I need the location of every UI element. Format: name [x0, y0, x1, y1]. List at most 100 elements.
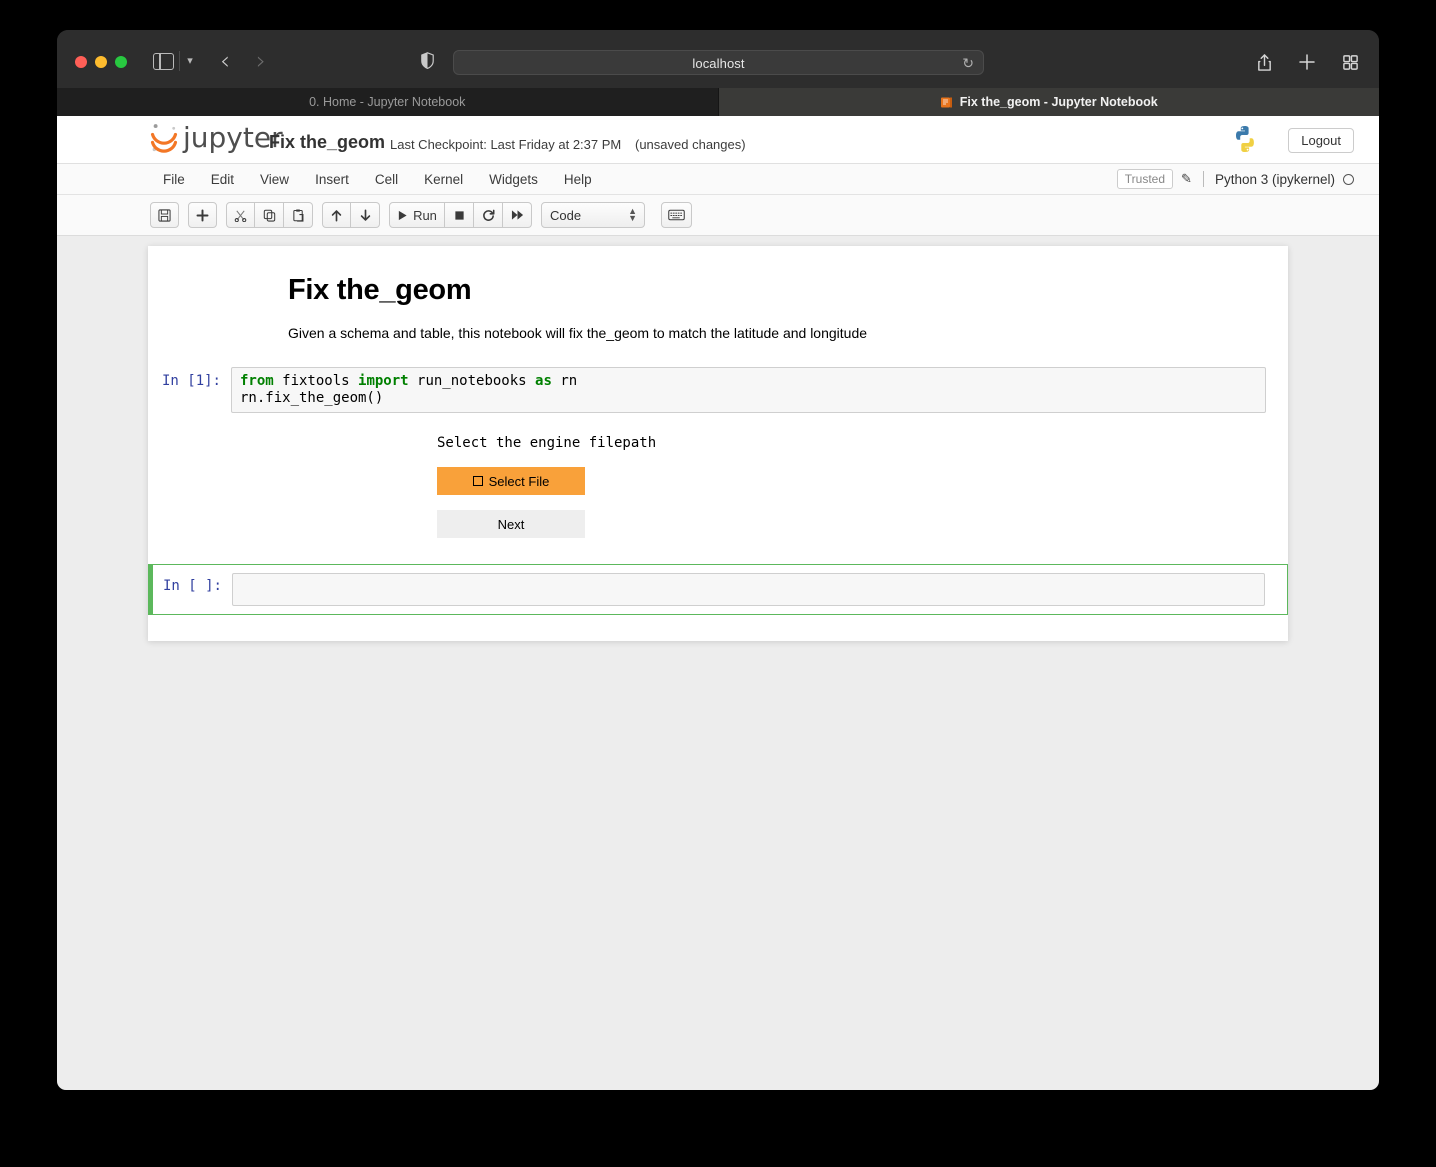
- move-cell-down-button[interactable]: [351, 202, 380, 228]
- notebook-container: Fix the_geom Given a schema and table, t…: [148, 246, 1288, 642]
- chevron-down-icon[interactable]: ▾: [184, 55, 196, 67]
- kernel-status-idle-icon: [1343, 173, 1354, 185]
- jupyter-toolbar: Run Code ▲ ▼: [57, 195, 1379, 236]
- code-cell-1[interactable]: In [1]: from fixtools import run_noteboo…: [148, 341, 1288, 414]
- notebook-checkpoint: Last Checkpoint: Last Friday at 2:37 PM: [390, 137, 622, 152]
- pencil-icon[interactable]: ✎: [1181, 171, 1192, 187]
- menu-edit[interactable]: Edit: [198, 168, 247, 191]
- browser-toolbar: ▾ ‹ › localhost ↻: [57, 30, 1379, 88]
- code-keyword-as: as: [535, 373, 552, 389]
- restart-kernel-button[interactable]: [474, 202, 503, 228]
- jupyter-menubar: File Edit View Insert Cell Kernel Widget…: [57, 164, 1379, 195]
- copy-icon: [263, 209, 275, 222]
- widget-label: Select the engine filepath: [437, 435, 657, 452]
- share-icon[interactable]: [1253, 50, 1275, 74]
- code-input[interactable]: [232, 573, 1265, 607]
- python-logo-icon: [1230, 124, 1260, 154]
- copy-button[interactable]: [255, 202, 284, 228]
- widget-output-area: Select the engine filepath Select File N…: [148, 413, 1288, 539]
- code-text: rn: [551, 373, 578, 389]
- code-keyword-from: from: [240, 373, 274, 389]
- browser-tab-title: 0. Home - Jupyter Notebook: [309, 95, 466, 109]
- save-button[interactable]: [150, 202, 179, 228]
- command-palette-button[interactable]: [661, 202, 692, 228]
- jupyter-header: jupyter Fix the_geom Last Checkpoint: La…: [57, 116, 1379, 164]
- plus-icon: [196, 209, 209, 221]
- run-button[interactable]: Run: [389, 202, 445, 228]
- paste-icon: [292, 209, 303, 222]
- trusted-badge: Trusted: [1116, 169, 1174, 189]
- jupyter-mark-icon: [150, 123, 178, 153]
- window-traffic-lights: [75, 56, 127, 68]
- cell-prompt: In [ ]:: [162, 578, 222, 595]
- scissors-icon: [234, 210, 247, 222]
- save-floppy-icon: [158, 208, 171, 222]
- restart-circle-icon: [482, 209, 494, 221]
- menubar-right: Trusted ✎ Python 3 (ipykernel): [1116, 164, 1354, 194]
- minimize-window-button[interactable]: [95, 56, 107, 68]
- reload-icon[interactable]: ↻: [962, 55, 974, 71]
- fast-forward-icon: [511, 210, 523, 220]
- code-text: run_notebooks: [408, 373, 536, 389]
- toolbar-group-save: [150, 202, 179, 228]
- cut-button[interactable]: [226, 202, 255, 228]
- browser-tab-title: Fix the_geom - Jupyter Notebook: [959, 95, 1158, 109]
- code-cell-2[interactable]: In [ ]:: [148, 564, 1288, 616]
- arrow-down-icon: [360, 209, 370, 221]
- menubar-divider: [1202, 171, 1204, 187]
- interrupt-kernel-button[interactable]: [445, 202, 474, 228]
- menu-widgets[interactable]: Widgets: [476, 168, 551, 191]
- keyboard-icon: [668, 209, 685, 221]
- notebook-description: Given a schema and table, this notebook …: [288, 325, 868, 341]
- page-title: Fix the_geom: [288, 274, 472, 306]
- insert-cell-button[interactable]: [188, 202, 217, 228]
- arrow-up-icon: [331, 209, 342, 221]
- back-button[interactable]: ‹: [214, 48, 236, 74]
- menu-view[interactable]: View: [247, 168, 302, 191]
- next-button[interactable]: Next: [437, 510, 585, 539]
- address-bar[interactable]: localhost ↻: [453, 50, 984, 75]
- toolbar-group-insert: [188, 202, 217, 228]
- menu-cell[interactable]: Cell: [362, 168, 411, 191]
- menu-help[interactable]: Help: [551, 168, 605, 191]
- stop-square-icon: [454, 210, 464, 220]
- select-file-button[interactable]: Select File: [437, 467, 585, 496]
- shield-icon[interactable]: [421, 52, 434, 70]
- forward-button[interactable]: ›: [250, 48, 272, 74]
- toolbar-group-run: Run: [389, 202, 532, 228]
- restart-and-run-all-button[interactable]: [503, 202, 532, 228]
- menu-kernel[interactable]: Kernel: [411, 168, 476, 191]
- browser-tab-fix-the-geom[interactable]: Fix the_geom - Jupyter Notebook: [718, 88, 1379, 116]
- jupyter-page: jupyter Fix the_geom Last Checkpoint: La…: [57, 116, 1379, 1090]
- code-input[interactable]: from fixtools import run_notebooks as rn…: [231, 367, 1266, 414]
- markdown-cell[interactable]: Fix the_geom Given a schema and table, t…: [148, 246, 1288, 341]
- code-line-2: rn.fix_the_geom(): [240, 390, 384, 407]
- select-file-button-label: Select File: [488, 473, 550, 489]
- jupyter-logo[interactable]: jupyter: [149, 121, 283, 154]
- toolbar-group-move: [322, 202, 380, 228]
- browser-tab-strip: 0. Home - Jupyter Notebook Fix the_geom …: [57, 88, 1379, 116]
- address-bar-text: localhost: [692, 56, 745, 71]
- browser-tab-home[interactable]: 0. Home - Jupyter Notebook: [57, 88, 719, 116]
- logout-button[interactable]: Logout: [1288, 128, 1354, 153]
- move-cell-up-button[interactable]: [322, 202, 351, 228]
- notebook-save-state: (unsaved changes): [635, 137, 746, 152]
- cell-prompt: In [1]:: [161, 373, 221, 389]
- tab-overview-grid-icon[interactable]: [1339, 50, 1361, 74]
- code-keyword-import: import: [358, 373, 409, 389]
- cell-type-select[interactable]: Code ▲ ▼: [541, 202, 645, 228]
- next-button-label: Next: [497, 516, 525, 532]
- menu-file[interactable]: File: [150, 168, 198, 191]
- kernel-name[interactable]: Python 3 (ipykernel): [1215, 172, 1335, 187]
- toolbar-divider: [179, 51, 180, 71]
- paste-button[interactable]: [284, 202, 313, 228]
- maximize-window-button[interactable]: [115, 56, 127, 68]
- menu-insert[interactable]: Insert: [302, 168, 362, 191]
- close-window-button[interactable]: [75, 56, 87, 68]
- plus-icon[interactable]: [1296, 50, 1318, 74]
- checkbox-square-icon: [472, 476, 483, 487]
- run-button-label: Run: [413, 207, 437, 223]
- notebook-name[interactable]: Fix the_geom: [269, 132, 385, 153]
- code-text: fixtools: [273, 373, 359, 389]
- sidebar-toggle-icon[interactable]: [153, 53, 174, 70]
